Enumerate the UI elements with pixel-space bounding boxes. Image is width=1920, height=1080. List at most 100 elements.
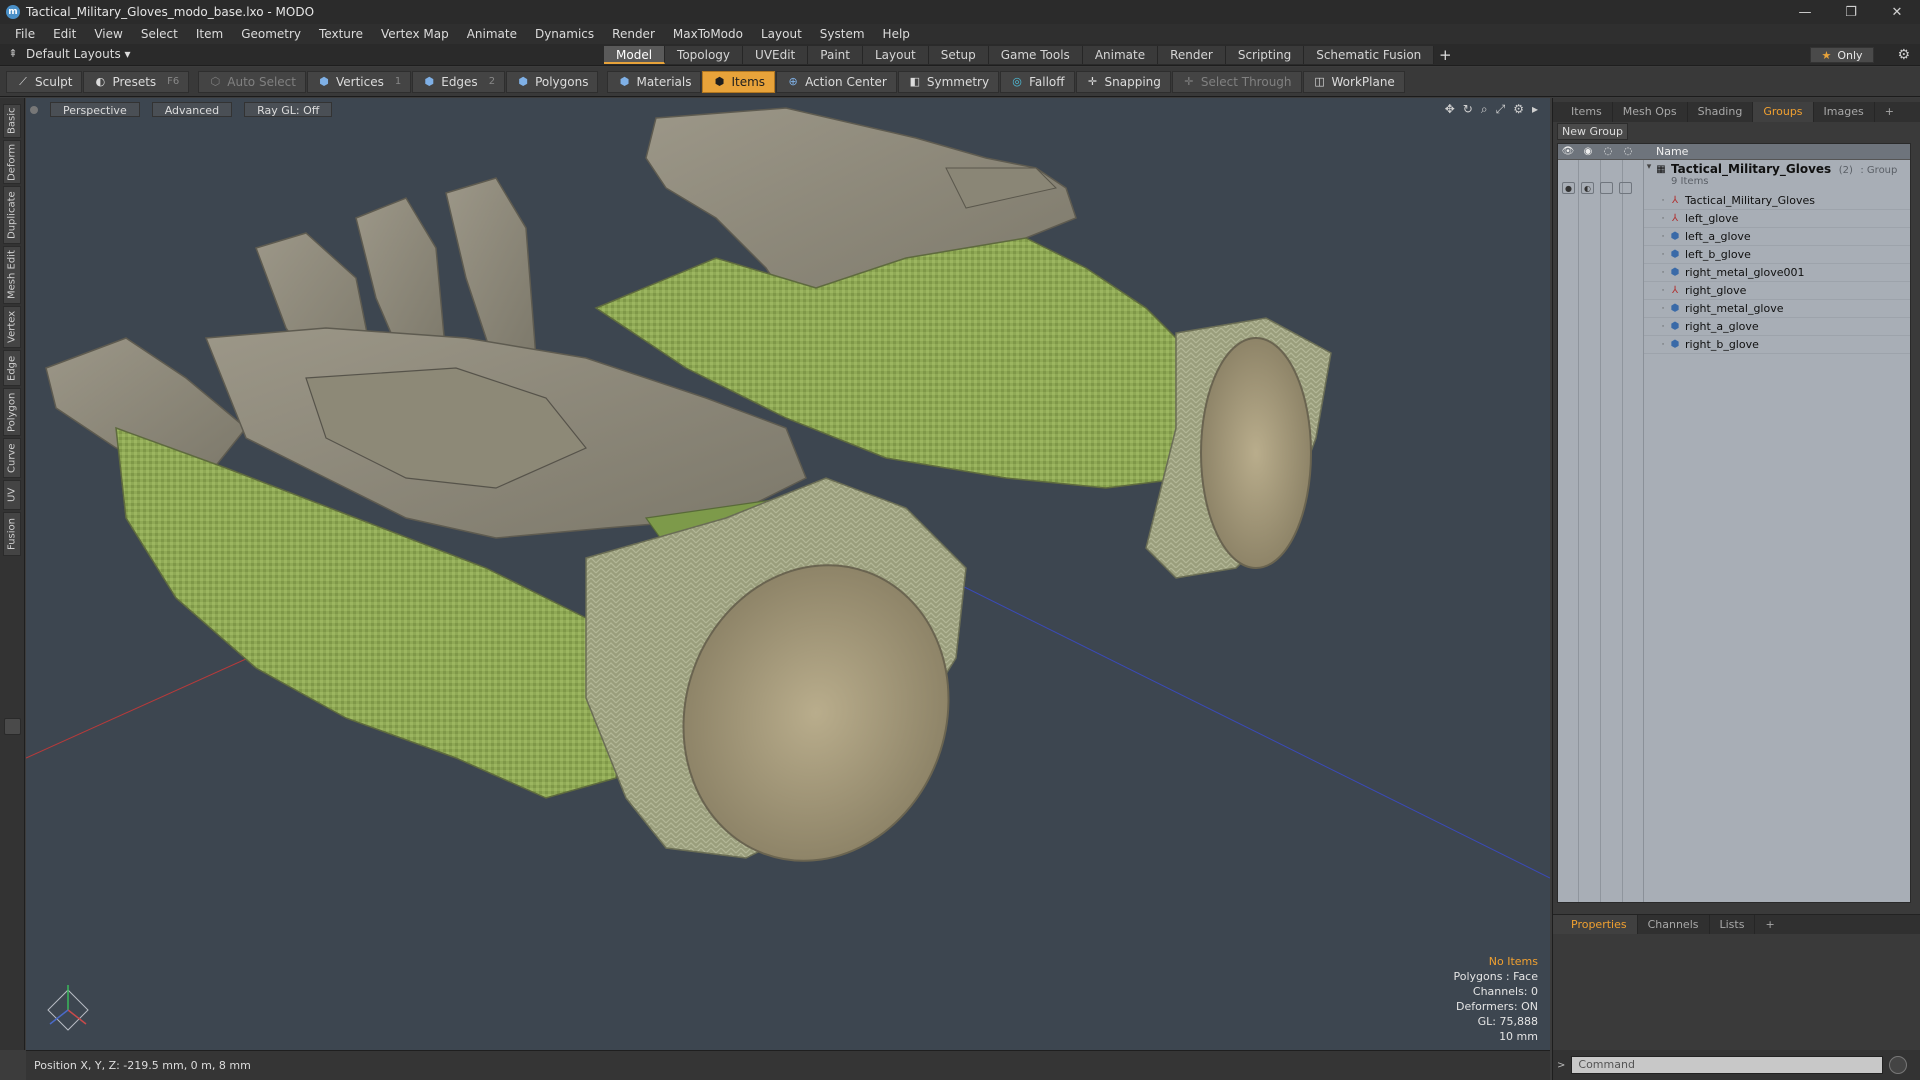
close-button[interactable]: ✕ — [1874, 0, 1920, 24]
select-through-button[interactable]: ✛ Select Through — [1171, 70, 1302, 93]
layout-switcher[interactable]: ⇞ Default Layouts ▾ — [6, 47, 130, 61]
3d-viewport[interactable]: Perspective Advanced Ray GL: Off ✥ ↻ ⌕ ⤢… — [26, 98, 1550, 1050]
menu-system[interactable]: System — [811, 27, 874, 41]
list-item[interactable]: · ⬢ right_metal_glove001 — [1644, 264, 1910, 282]
menu-help[interactable]: Help — [874, 27, 919, 41]
symmetry-button[interactable]: ◧ Symmetry — [897, 70, 1000, 93]
menu-select[interactable]: Select — [132, 27, 187, 41]
edges-button[interactable]: ⬢ Edges 2 — [412, 70, 506, 93]
tab-lists[interactable]: Lists — [1710, 914, 1756, 935]
menu-animate[interactable]: Animate — [458, 27, 526, 41]
menu-layout[interactable]: Layout — [752, 27, 811, 41]
lock-column-icon[interactable]: ◌ — [1598, 146, 1618, 157]
tab-game-tools[interactable]: Game Tools — [988, 46, 1083, 64]
tab-mesh-ops[interactable]: Mesh Ops — [1613, 102, 1688, 122]
vtab-duplicate[interactable]: Duplicate — [3, 186, 21, 244]
viewport-settings-icon[interactable]: ⚙ — [1513, 102, 1524, 117]
tab-paint[interactable]: Paint — [808, 46, 863, 64]
menu-file[interactable]: File — [6, 27, 44, 41]
vtab-basic[interactable]: Basic — [3, 104, 21, 138]
tab-items[interactable]: Items — [1553, 102, 1613, 122]
tab-setup[interactable]: Setup — [928, 46, 989, 64]
list-item[interactable]: · ⬢ right_metal_glove — [1644, 300, 1910, 318]
pan-icon[interactable]: ✥ — [1445, 102, 1455, 117]
tab-topology[interactable]: Topology — [665, 46, 744, 64]
menu-render[interactable]: Render — [603, 27, 664, 41]
vtab-fusion[interactable]: Fusion — [3, 512, 21, 556]
menu-view[interactable]: View — [85, 27, 131, 41]
group-eye-icon[interactable]: ● — [1562, 182, 1575, 194]
tab-model[interactable]: Model — [604, 46, 666, 64]
sculpt-button[interactable]: ⟋ Sculpt — [6, 70, 83, 93]
shading-mode-button[interactable]: Advanced — [151, 102, 233, 117]
tab-channels[interactable]: Channels — [1638, 914, 1710, 935]
vtab-vertex[interactable]: Vertex — [3, 306, 21, 348]
list-item[interactable]: · ⬢ left_b_glove — [1644, 246, 1910, 264]
tab-scripting[interactable]: Scripting — [1225, 46, 1305, 64]
strip-options-button[interactable] — [4, 718, 21, 735]
vtab-mesh-edit[interactable]: Mesh Edit — [3, 246, 21, 304]
render-column-icon[interactable]: ◉ — [1578, 146, 1598, 157]
menu-edit[interactable]: Edit — [44, 27, 85, 41]
vtab-curve[interactable]: Curve — [3, 438, 21, 478]
vtab-uv[interactable]: UV — [3, 480, 21, 510]
list-item[interactable]: · ⬢ left_a_glove — [1644, 228, 1910, 246]
tab-uvedit[interactable]: UVEdit — [743, 46, 809, 64]
tab-shading[interactable]: Shading — [1688, 102, 1754, 122]
command-input[interactable]: Command — [1571, 1056, 1884, 1074]
snapping-button[interactable]: ✛ Snapping — [1075, 70, 1171, 93]
visibility-column-icon[interactable]: 👁 — [1558, 146, 1578, 157]
group-select-box[interactable] — [1619, 182, 1632, 194]
vtab-deform[interactable]: Deform — [3, 140, 21, 184]
menu-vertex-map[interactable]: Vertex Map — [372, 27, 458, 41]
falloff-button[interactable]: ◎ Falloff — [1000, 70, 1075, 93]
vertices-button[interactable]: ⬢ Vertices 1 — [306, 70, 412, 93]
list-item[interactable]: · ⬢ right_a_glove — [1644, 318, 1910, 336]
only-toggle[interactable]: ★ Only — [1810, 47, 1874, 63]
tab-images[interactable]: Images — [1814, 102, 1875, 122]
command-history-icon[interactable]: > — [1557, 1060, 1565, 1071]
name-column-header[interactable]: Name — [1656, 145, 1688, 158]
vtab-edge[interactable]: Edge — [3, 350, 21, 386]
list-item[interactable]: · ⅄ Tactical_Military_Gloves — [1644, 192, 1910, 210]
maximize-view-icon[interactable]: ⤢ — [1496, 102, 1506, 117]
action-center-button[interactable]: ⊕ Action Center — [776, 70, 897, 93]
rotate-icon[interactable]: ↻ — [1463, 102, 1473, 117]
collapse-arrow-icon[interactable]: ▾ — [1644, 162, 1654, 172]
vtab-polygon[interactable]: Polygon — [3, 388, 21, 436]
add-tab-button[interactable]: + — [1434, 46, 1456, 64]
viewport-menu-dot[interactable] — [30, 105, 38, 114]
list-item[interactable]: · ⅄ left_glove — [1644, 210, 1910, 228]
auto-select-button[interactable]: ⬡ Auto Select — [198, 70, 306, 93]
group-render-icon[interactable]: ◐ — [1581, 182, 1594, 194]
menu-texture[interactable]: Texture — [310, 27, 372, 41]
menu-maxtomodo[interactable]: MaxToModo — [664, 27, 752, 41]
materials-button[interactable]: ⬢ Materials — [607, 70, 702, 93]
tab-schematic-fusion[interactable]: Schematic Fusion — [1304, 46, 1435, 64]
viewport-expand-icon[interactable]: ▸ — [1532, 102, 1538, 117]
tab-groups[interactable]: Groups — [1753, 102, 1814, 122]
workplane-button[interactable]: ◫ WorkPlane — [1302, 70, 1405, 93]
raygl-toggle[interactable]: Ray GL: Off — [244, 102, 333, 117]
menu-geometry[interactable]: Geometry — [232, 27, 310, 41]
tab-properties[interactable]: Properties — [1553, 914, 1638, 935]
tab-render[interactable]: Render — [1158, 46, 1226, 64]
view-mode-button[interactable]: Perspective — [50, 102, 140, 117]
menu-item[interactable]: Item — [187, 27, 232, 41]
group-lock-box[interactable] — [1600, 182, 1613, 194]
list-item[interactable]: · ⬢ right_b_glove — [1644, 336, 1910, 354]
tab-animate[interactable]: Animate — [1082, 46, 1159, 64]
polygons-button[interactable]: ⬢ Polygons — [506, 70, 599, 93]
new-group-button[interactable]: New Group — [1557, 123, 1628, 140]
items-button[interactable]: ⬢ Items — [702, 70, 776, 93]
maximize-button[interactable]: ❐ — [1828, 0, 1874, 24]
zoom-icon[interactable]: ⌕ — [1481, 102, 1488, 117]
menu-dynamics[interactable]: Dynamics — [526, 27, 603, 41]
minimize-button[interactable]: — — [1782, 0, 1828, 24]
tab-layout[interactable]: Layout — [862, 46, 929, 64]
add-properties-tab-button[interactable]: + — [1755, 915, 1784, 935]
presets-button[interactable]: ◐ Presets F6 — [83, 70, 190, 93]
list-item[interactable]: · ⅄ right_glove — [1644, 282, 1910, 300]
gear-icon[interactable]: ⚙ — [1897, 47, 1910, 63]
add-panel-tab-button[interactable]: + — [1875, 102, 1904, 122]
